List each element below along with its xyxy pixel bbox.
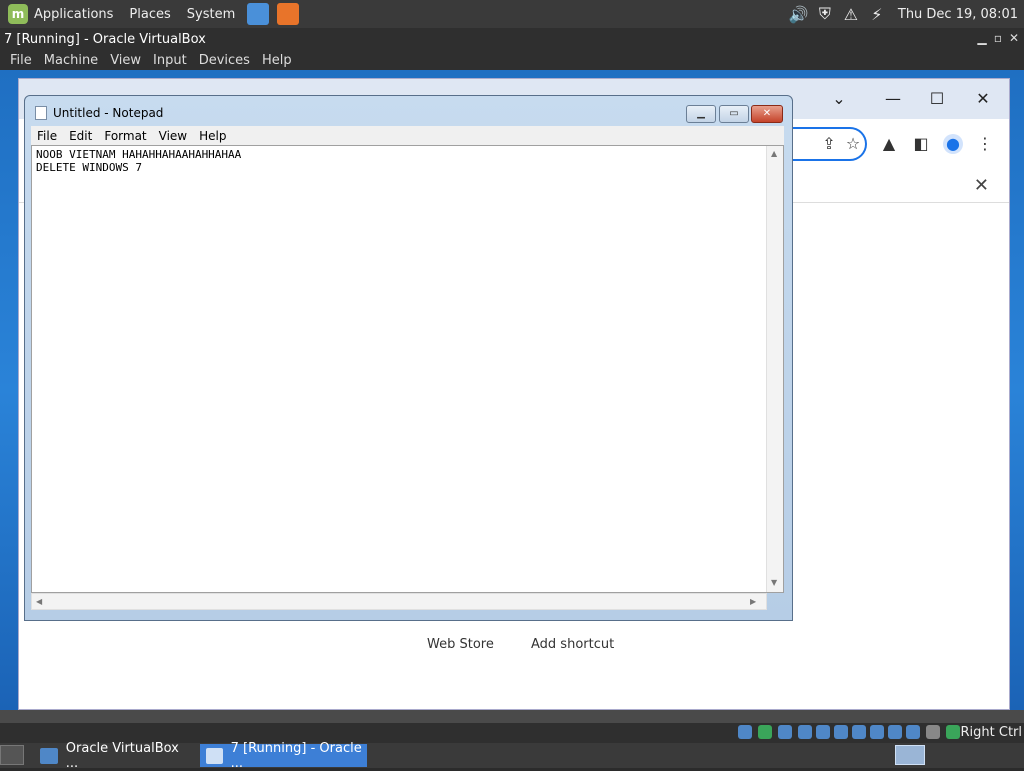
- vbox-window-title: 7 [Running] - Oracle VirtualBox: [4, 31, 206, 47]
- system-menu[interactable]: System: [179, 0, 243, 28]
- network-icon[interactable]: [798, 725, 812, 739]
- notepad-title: Untitled - Notepad: [53, 106, 164, 120]
- shortcut-add[interactable]: Add shortcut: [531, 637, 614, 652]
- notepad-menu-file[interactable]: File: [31, 129, 63, 143]
- audio-icon[interactable]: [778, 725, 792, 739]
- places-label: Places: [129, 6, 171, 22]
- optical-drive-icon[interactable]: [758, 725, 772, 739]
- workspace-switcher[interactable]: [895, 745, 925, 765]
- task-oracle-virtualbox[interactable]: Oracle VirtualBox ...: [34, 741, 194, 771]
- share-icon[interactable]: ⇪: [819, 134, 839, 154]
- applications-menu[interactable]: m Applications: [0, 0, 121, 28]
- system-label: System: [186, 6, 236, 22]
- maximize-icon[interactable]: ▫: [990, 30, 1006, 46]
- notepad-doc-icon: [35, 106, 47, 120]
- guest-display[interactable]: ⌄ — ☐ ✕ ⇪ ☆ ▲ ◧ ● ⋮ ✕ Web Store Add shor…: [0, 70, 1024, 710]
- notepad-minimize-button[interactable]: ▁: [686, 105, 716, 123]
- mouse-integration-icon[interactable]: [906, 725, 920, 739]
- notepad-title-bar: Untitled - Notepad: [35, 106, 163, 120]
- side-panel-icon[interactable]: ◧: [911, 134, 931, 154]
- kebab-menu-icon[interactable]: ⋮: [975, 134, 995, 154]
- profile-avatar-icon[interactable]: ●: [943, 134, 963, 154]
- places-menu[interactable]: Places: [121, 0, 178, 28]
- volume-icon[interactable]: 🔊: [788, 3, 810, 25]
- keyboard-icon[interactable]: [926, 725, 940, 739]
- notepad-vertical-scrollbar[interactable]: ▲ ▼: [766, 146, 783, 592]
- usb-icon[interactable]: [816, 725, 830, 739]
- mint-logo-icon: m: [8, 4, 28, 24]
- notepad-menu-view[interactable]: View: [153, 129, 193, 143]
- vbox-menu-bar: File Machine View Input Devices Help: [0, 50, 1024, 70]
- applications-label: Applications: [34, 6, 114, 22]
- system-tray: 🔊 ⛨ ⚠ ⚡ Thu Dec 19, 08:01: [786, 0, 1024, 28]
- vbox-title-bar: 7 [Running] - Oracle VirtualBox ▁ ▫ ✕: [0, 28, 1024, 50]
- minimize-icon[interactable]: ▁: [974, 30, 990, 46]
- notepad-menu-bar: File Edit Format View Help: [31, 126, 784, 145]
- virtualbox-icon: [40, 747, 58, 764]
- tab-search-chevron-icon[interactable]: ⌄: [829, 89, 849, 109]
- update-icon[interactable]: ⚠: [840, 3, 862, 25]
- network-disconnected-icon[interactable]: ⚡: [866, 3, 888, 25]
- scroll-right-icon[interactable]: ▶: [750, 597, 756, 606]
- host-top-panel: m Applications Places System 🔊 ⛨ ⚠ ⚡ Thu…: [0, 0, 1024, 28]
- notepad-menu-edit[interactable]: Edit: [63, 129, 98, 143]
- notepad-content[interactable]: NOOB VIETNAM HAHAHHAHAAHAHHAHAA DELETE W…: [36, 148, 241, 174]
- notepad-menu-format[interactable]: Format: [98, 129, 152, 143]
- notepad-close-button[interactable]: ✕: [751, 105, 783, 123]
- cpu-icon[interactable]: [888, 725, 902, 739]
- host-taskbar: Oracle VirtualBox ... 7 [Running] - Orac…: [0, 741, 1024, 771]
- chrome-close-icon[interactable]: ✕: [973, 89, 993, 109]
- task-label: 7 [Running] - Oracle ...: [230, 740, 362, 771]
- vbox-menu-devices[interactable]: Devices: [193, 53, 256, 68]
- shortcut-web-store[interactable]: Web Store: [427, 637, 494, 652]
- vbox-menu-machine[interactable]: Machine: [38, 53, 104, 68]
- firefox-launcher-icon[interactable]: [277, 3, 300, 25]
- chrome-maximize-icon[interactable]: ☐: [927, 89, 947, 109]
- close-icon[interactable]: ✕: [1006, 30, 1022, 46]
- harddisk-icon[interactable]: [738, 725, 752, 739]
- clock[interactable]: Thu Dec 19, 08:01: [890, 7, 1024, 22]
- shared-folders-icon[interactable]: [834, 725, 848, 739]
- host-key-icon[interactable]: [946, 725, 960, 739]
- chrome-minimize-icon[interactable]: —: [883, 89, 903, 109]
- video-capture-icon[interactable]: [870, 725, 884, 739]
- show-desktop-button[interactable]: [0, 745, 24, 765]
- vbox-menu-file[interactable]: File: [4, 53, 38, 68]
- vm-window-icon: [206, 747, 223, 764]
- vbox-menu-help[interactable]: Help: [256, 53, 298, 68]
- host-key-label: Right Ctrl: [960, 725, 1023, 740]
- task-vm-running[interactable]: 7 [Running] - Oracle ...: [200, 741, 367, 771]
- task-label: Oracle VirtualBox ...: [65, 740, 179, 771]
- notepad-menu-help[interactable]: Help: [193, 129, 232, 143]
- bookmark-star-icon[interactable]: ☆: [843, 134, 863, 154]
- scroll-down-icon[interactable]: ▼: [771, 578, 777, 587]
- scroll-left-icon[interactable]: ◀: [36, 597, 42, 606]
- display-icon[interactable]: [852, 725, 866, 739]
- labs-flask-icon[interactable]: ▲: [879, 134, 899, 154]
- chromium-launcher-icon[interactable]: [247, 3, 270, 25]
- vbox-menu-view[interactable]: View: [104, 53, 147, 68]
- vbox-horizontal-scrollbar[interactable]: [0, 710, 1024, 723]
- shield-icon[interactable]: ⛨: [814, 3, 836, 25]
- notepad-window[interactable]: Untitled - Notepad ▁ ▭ ✕ File Edit Forma…: [24, 95, 793, 621]
- vbox-menu-input[interactable]: Input: [147, 53, 193, 68]
- notepad-maximize-button[interactable]: ▭: [719, 105, 749, 123]
- notepad-horizontal-scrollbar[interactable]: ◀ ▶: [31, 593, 767, 610]
- notepad-text-area[interactable]: NOOB VIETNAM HAHAHHAHAAHAHHAHAA DELETE W…: [31, 145, 784, 593]
- infobar-close-icon[interactable]: ✕: [974, 175, 989, 196]
- scroll-up-icon[interactable]: ▲: [771, 149, 777, 158]
